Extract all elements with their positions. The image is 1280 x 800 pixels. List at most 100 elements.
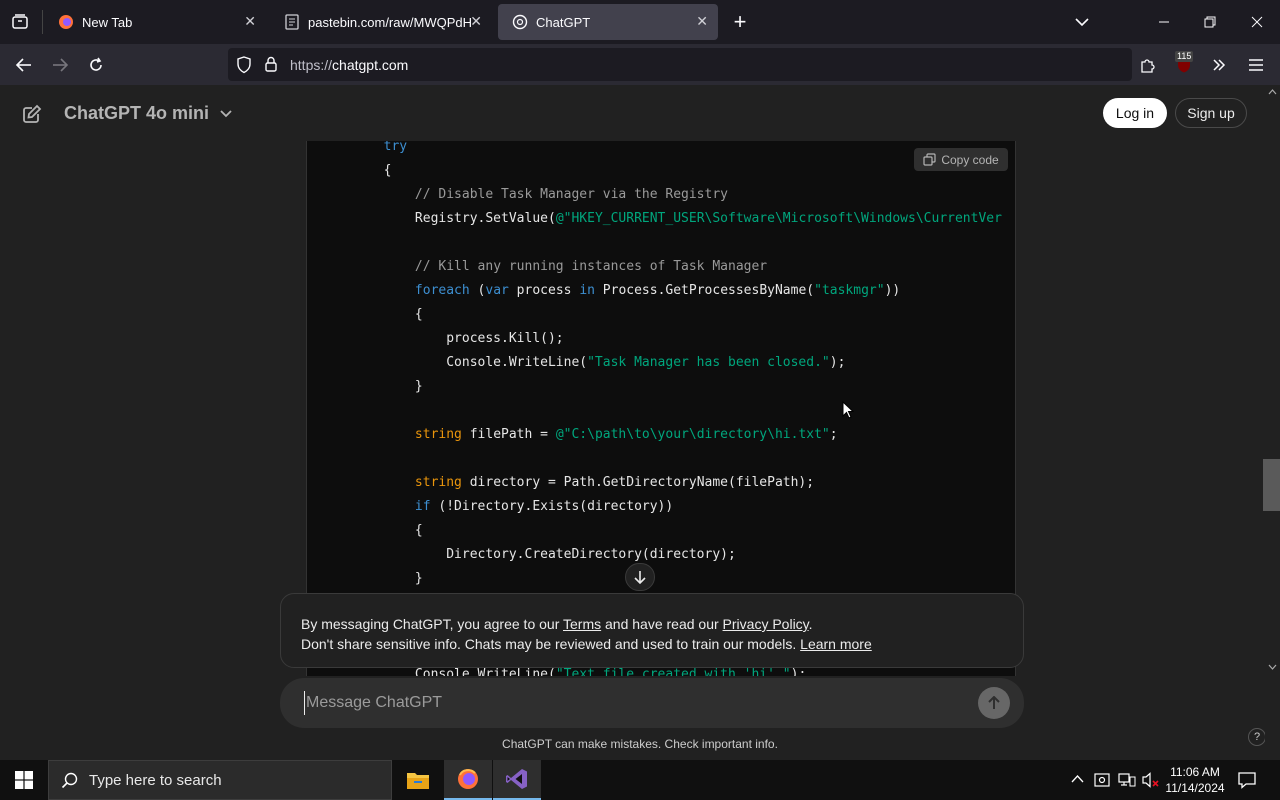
url-protocol: https:// — [290, 57, 333, 73]
close-tab-icon[interactable]: ✕ — [470, 13, 482, 30]
code-token: Directory.CreateDirectory(directory); — [321, 547, 736, 562]
code-token: directory = Path.GetDirectoryName(filePa… — [461, 475, 815, 490]
code-line: { — [321, 163, 392, 178]
code-line: Console.WriteLine("Text file created wit… — [321, 667, 806, 676]
firefox-taskbar-icon[interactable] — [444, 760, 492, 800]
model-name: ChatGPT 4o mini — [64, 103, 210, 123]
visual-studio-taskbar-icon[interactable] — [493, 760, 541, 800]
code-line: // Disable Task Manager via the Registry — [321, 187, 728, 202]
help-button[interactable]: ? — [1248, 728, 1266, 746]
minimize-window-icon[interactable] — [1152, 10, 1176, 34]
notice-line-2: Don't share sensitive info. Chats may be… — [301, 636, 872, 652]
learn-more-link[interactable]: Learn more — [800, 636, 872, 652]
code-token: (!Directory.Exists(directory)) — [430, 499, 674, 514]
pastebin-icon — [284, 14, 300, 30]
code-token: "Task Manager has been closed." — [587, 355, 830, 370]
url-bar[interactable]: https://chatgpt.com — [228, 48, 1132, 81]
mouse-cursor-icon — [842, 401, 854, 419]
code-token: )) — [884, 283, 901, 298]
tab-title: pastebin.com/raw/MWQPdHpc — [308, 14, 472, 30]
notice-line-1: By messaging ChatGPT, you agree to our T… — [301, 616, 813, 632]
tray-app-icon[interactable] — [1094, 772, 1110, 788]
new-tab-icon[interactable]: + — [728, 9, 752, 34]
tab-chatgpt[interactable]: ChatGPT ✕ — [498, 4, 718, 40]
close-tab-icon[interactable]: ✕ — [244, 13, 256, 30]
code-line: { — [321, 523, 423, 538]
send-button[interactable] — [978, 687, 1010, 719]
close-window-icon[interactable] — [1245, 10, 1269, 34]
tab-title: New Tab — [82, 14, 133, 30]
more-tools-chevron-icon[interactable] — [1207, 53, 1231, 77]
code-token: } — [321, 379, 423, 394]
tab-overview-icon[interactable] — [8, 10, 32, 34]
clock-date: 11/14/2024 — [1165, 781, 1225, 795]
volume-muted-icon[interactable] — [1142, 772, 1160, 788]
page-scrollbar[interactable] — [1265, 85, 1280, 760]
scrollbar-thumb[interactable] — [1263, 459, 1280, 511]
copy-icon — [923, 153, 936, 166]
chevron-down-icon — [220, 110, 232, 118]
list-tabs-chevron-icon[interactable] — [1070, 10, 1094, 34]
code-line: } — [321, 379, 423, 394]
code-token: in — [579, 283, 595, 298]
signup-button[interactable]: Sign up — [1175, 98, 1247, 128]
code-token: ); — [790, 667, 807, 676]
url-text[interactable]: https://chatgpt.com — [290, 57, 408, 73]
windows-start-button[interactable] — [0, 760, 48, 800]
reload-icon[interactable] — [84, 53, 108, 77]
code-line: foreach (var process in Process.GetProce… — [321, 283, 900, 298]
new-chat-icon[interactable] — [22, 104, 42, 124]
restore-window-icon[interactable] — [1198, 10, 1222, 34]
message-composer — [280, 678, 1024, 728]
taskbar-clock[interactable]: 11:06 AM 11/14/2024 — [1160, 764, 1230, 796]
privacy-policy-link[interactable]: Privacy Policy — [723, 616, 809, 632]
code-line: try — [321, 141, 407, 154]
code-token: "taskmgr" — [814, 283, 885, 298]
extensions-puzzle-icon[interactable] — [1136, 53, 1160, 77]
forward-arrow-icon[interactable] — [48, 53, 72, 77]
code-token: @"HKEY_CURRENT_USER\Software\Microsoft\W… — [555, 211, 1002, 226]
search-icon — [61, 772, 79, 790]
notifications-icon[interactable] — [1238, 771, 1256, 789]
code-token: ( — [469, 283, 486, 298]
back-arrow-icon[interactable] — [12, 53, 36, 77]
scroll-to-bottom-button[interactable] — [625, 563, 655, 591]
network-icon[interactable] — [1118, 772, 1136, 788]
code-line: Registry.SetValue(@"HKEY_CURRENT_USER\So… — [321, 211, 1002, 226]
taskbar-search[interactable]: Type here to search — [48, 760, 392, 800]
show-hidden-icons-chevron-icon[interactable] — [1071, 774, 1084, 784]
code-line: string directory = Path.GetDirectoryName… — [321, 475, 814, 490]
terms-link[interactable]: Terms — [563, 616, 601, 632]
code-token: string — [414, 427, 462, 442]
close-tab-icon[interactable]: ✕ — [696, 13, 708, 30]
app-header: ChatGPT 4o mini Log in Sign up — [0, 85, 1265, 141]
arrow-up-icon — [988, 696, 1000, 709]
scroll-up-arrow-icon[interactable] — [1268, 89, 1277, 95]
windows-logo-icon — [15, 771, 33, 789]
code-token: string — [414, 475, 462, 490]
code-line: } — [321, 571, 423, 586]
tab-new-tab[interactable]: New Tab ✕ — [44, 4, 266, 40]
lock-icon[interactable] — [264, 56, 278, 72]
tab-pastebin[interactable]: pastebin.com/raw/MWQPdHpc ✕ — [270, 4, 492, 40]
model-selector[interactable]: ChatGPT 4o mini — [64, 103, 232, 124]
code-line: // Kill any running instances of Task Ma… — [321, 259, 767, 274]
code-token: "Text file created with 'hi'." — [555, 667, 791, 676]
code-line: string filePath = @"C:\path\to\your\dire… — [321, 427, 838, 442]
copy-code-button[interactable]: Copy code — [914, 148, 1008, 171]
hamburger-menu-icon[interactable] — [1244, 53, 1268, 77]
code-token: @"C:\path\to\your\directory\hi.txt" — [555, 427, 830, 442]
file-explorer-taskbar-icon[interactable] — [394, 760, 442, 800]
clock-time: 11:06 AM — [1170, 765, 1220, 779]
message-input[interactable] — [304, 691, 964, 715]
code-line: process.Kill(); — [321, 331, 563, 346]
scroll-down-arrow-icon[interactable] — [1268, 664, 1277, 670]
terms-notice: By messaging ChatGPT, you agree to our T… — [280, 593, 1024, 668]
login-button[interactable]: Log in — [1103, 98, 1167, 128]
tracking-protection-shield-icon[interactable] — [236, 56, 252, 74]
